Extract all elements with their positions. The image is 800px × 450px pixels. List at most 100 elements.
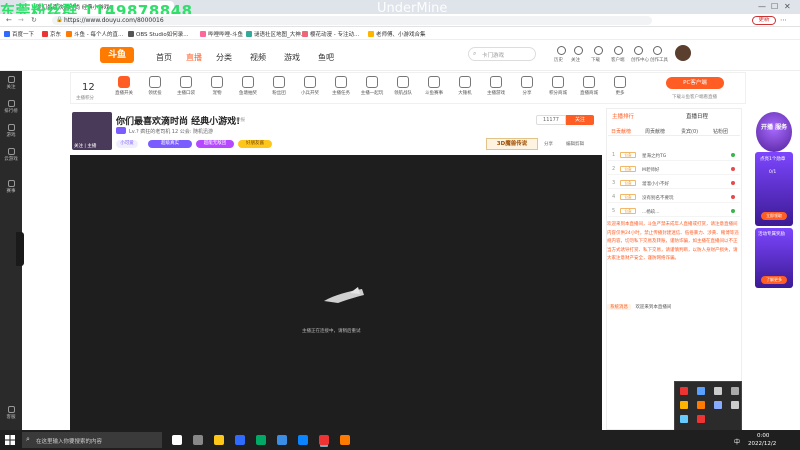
- nav-item[interactable]: 直播: [186, 52, 202, 63]
- tray-app-icon[interactable]: [697, 415, 705, 423]
- toolbar-item[interactable]: 主播任务: [327, 76, 355, 96]
- report-link[interactable]: 举报: [236, 117, 245, 123]
- tray-app-icon[interactable]: [680, 415, 688, 423]
- clip-button[interactable]: 编辑剪辑: [566, 141, 584, 147]
- game-logo[interactable]: 3D魔兽传说: [486, 138, 538, 150]
- bulb-icon[interactable]: [653, 46, 662, 55]
- tray-app-icon[interactable]: [714, 401, 722, 409]
- taskbar-app-icon[interactable]: [277, 435, 287, 445]
- toolbar-item[interactable]: 直播商城: [575, 76, 603, 96]
- taskbar-time[interactable]: 0:00: [757, 433, 769, 439]
- bookmark-item[interactable]: 京东: [42, 30, 61, 38]
- taskbar-app-icon[interactable]: [172, 435, 182, 445]
- nav-item[interactable]: 分类: [216, 52, 232, 63]
- tray-app-icon[interactable]: [697, 387, 705, 395]
- site-logo[interactable]: 斗鱼: [100, 47, 134, 63]
- toolbar-item[interactable]: 主播游戏: [482, 76, 510, 96]
- toolbar-item[interactable]: 更多: [606, 76, 634, 96]
- sidebar-item-label: 云游戏: [4, 157, 18, 162]
- windows-start-icon[interactable]: [5, 435, 15, 445]
- mail-icon[interactable]: [614, 46, 623, 55]
- event-more-button[interactable]: 了解更多: [761, 276, 787, 284]
- refresh-icon[interactable]: ↻: [31, 16, 37, 24]
- tray-app-icon[interactable]: [731, 387, 739, 395]
- toolbar-item[interactable]: 主播口袋: [172, 76, 200, 96]
- download-icon[interactable]: [594, 46, 603, 55]
- taskbar-app-icon[interactable]: [235, 435, 245, 445]
- forward-icon[interactable]: →: [18, 16, 24, 24]
- toolbar-item[interactable]: 粉丝团: [265, 76, 293, 96]
- nav-item[interactable]: 视频: [250, 52, 266, 63]
- room-tag[interactable]: 超能无敌团: [196, 140, 234, 148]
- toolbar-item[interactable]: 积分商城: [544, 76, 572, 96]
- rank-tab[interactable]: 钻粉团: [713, 128, 728, 135]
- promo-badge[interactable]: [756, 112, 792, 152]
- sidebar-item[interactable]: 云游戏: [0, 148, 22, 162]
- user-avatar[interactable]: [675, 45, 691, 61]
- taskbar-app-icon[interactable]: [214, 435, 224, 445]
- tray-app-icon[interactable]: [680, 387, 688, 395]
- bell-icon[interactable]: [557, 46, 566, 55]
- pc-client-button[interactable]: PC客户端: [666, 77, 724, 89]
- menu-icon[interactable]: ⋯: [780, 16, 787, 24]
- update-button[interactable]: 更新: [752, 16, 776, 25]
- rank-title[interactable]: 主播排行: [612, 112, 634, 120]
- taskbar-app-icon[interactable]: [340, 435, 350, 445]
- share-button[interactable]: 分享: [544, 141, 553, 147]
- toolbar-item[interactable]: 大锤机: [451, 76, 479, 96]
- ime-indicator[interactable]: 中: [734, 437, 740, 446]
- rank-tab[interactable]: 日贡献榜: [611, 128, 631, 135]
- heart-icon[interactable]: [574, 46, 583, 55]
- bookmark-item[interactable]: 百度一下: [4, 30, 34, 38]
- sidebar-collapse-handle[interactable]: [16, 232, 24, 266]
- taskbar-date[interactable]: 2022/12/2: [748, 441, 776, 447]
- sidebar-item[interactable]: 关注: [0, 76, 22, 90]
- follow-button[interactable]: 关注: [566, 115, 594, 125]
- tray-app-icon[interactable]: [697, 401, 705, 409]
- bookmark-item[interactable]: 哔哩哔哩-斗鱼: [200, 30, 243, 38]
- room-tag[interactable]: 好朋友酱: [238, 140, 272, 148]
- nav-item[interactable]: 首页: [156, 52, 172, 63]
- rank-tab[interactable]: 贵宾(0): [681, 128, 698, 135]
- back-icon[interactable]: ←: [6, 16, 12, 24]
- taskbar-app-icon[interactable]: [298, 435, 308, 445]
- maximize-icon[interactable]: ☐: [771, 2, 778, 11]
- tray-app-icon[interactable]: [731, 401, 739, 409]
- toolbar-item[interactable]: 宠物: [203, 76, 231, 96]
- toolbar-item[interactable]: 斗鱼赛事: [420, 76, 448, 96]
- rank-tab[interactable]: 周贡献榜: [645, 128, 665, 135]
- close-icon[interactable]: ✕: [784, 2, 791, 11]
- sidebar-item[interactable]: 排行榜: [0, 100, 22, 114]
- schedule-title[interactable]: 直播日程: [686, 112, 708, 120]
- tray-app-icon[interactable]: [680, 401, 688, 409]
- room-tag[interactable]: 超级真实: [148, 140, 192, 148]
- sidebar-item[interactable]: 赛事: [0, 180, 22, 194]
- sidebar-item[interactable]: 游戏: [0, 124, 22, 138]
- rank-number: 1: [612, 152, 616, 158]
- medal-claim-button[interactable]: 立即领取: [761, 212, 787, 220]
- toolbar-item[interactable]: 分享: [513, 76, 541, 96]
- taskbar-app-icon[interactable]: [256, 435, 266, 445]
- toolbar-item[interactable]: 领优投: [141, 76, 169, 96]
- bookmark-item[interactable]: OBS Studio如何录...: [128, 30, 189, 38]
- toolbar-item-icon: [614, 76, 626, 88]
- bookmark-item[interactable]: 斗鱼 - 每个人的直...: [66, 30, 123, 38]
- nav-item[interactable]: 游戏: [284, 52, 300, 63]
- status-dot: [731, 195, 735, 199]
- tray-app-icon[interactable]: [714, 387, 722, 395]
- toolbar-item[interactable]: 鱼塘抽奖: [234, 76, 262, 96]
- taskbar-app-icon[interactable]: [193, 435, 203, 445]
- nav-item[interactable]: 鱼吧: [318, 52, 334, 63]
- toolbar-item[interactable]: 小兵开奖: [296, 76, 324, 96]
- bookmark-item[interactable]: 樱花动漫 - 专注动...: [302, 30, 359, 38]
- sidebar-item[interactable]: 客服: [0, 406, 22, 420]
- taskbar-app-icon[interactable]: [319, 435, 329, 445]
- bookmark-item[interactable]: 谜语社区地图_大神...: [246, 30, 306, 38]
- toolbar-item[interactable]: 主播一起玩: [358, 76, 386, 96]
- minimize-icon[interactable]: —: [758, 2, 766, 11]
- cart-icon[interactable]: [634, 46, 643, 55]
- bookmark-item[interactable]: 老师傅、小游戏合集: [368, 30, 426, 38]
- toolbar-item[interactable]: 直播开关: [110, 76, 138, 96]
- toolbar-item[interactable]: 领航战队: [389, 76, 417, 96]
- room-tag[interactable]: 小可爱: [116, 140, 138, 148]
